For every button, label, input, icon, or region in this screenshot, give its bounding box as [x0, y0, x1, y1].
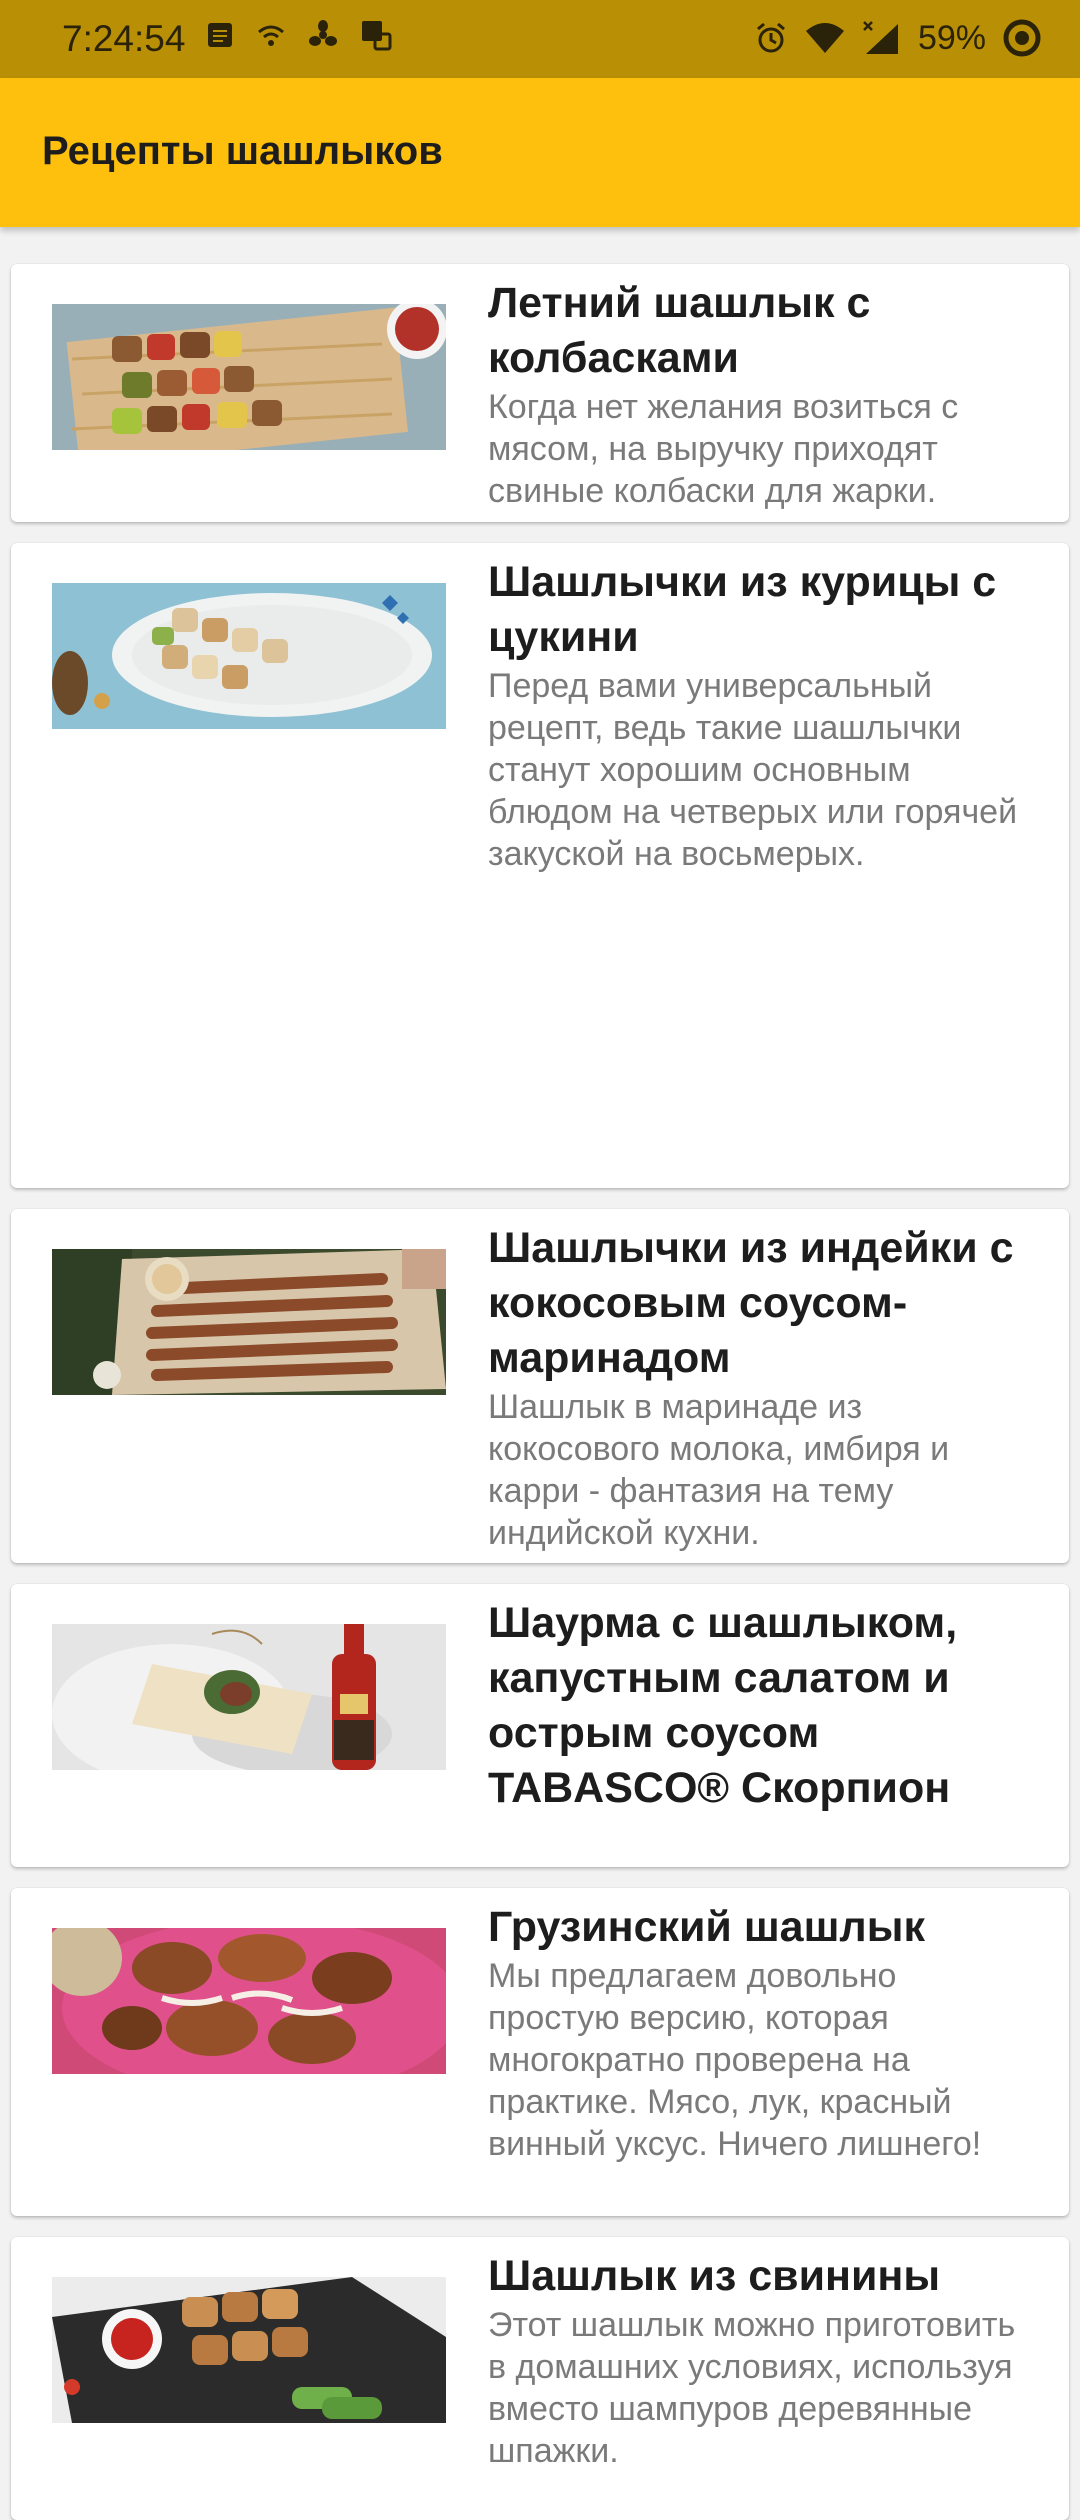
- recipe-title: Шашлык из свинины: [488, 2252, 941, 2300]
- signal-icon: [863, 21, 898, 54]
- fan-icon: [309, 20, 337, 46]
- sync-icon: [362, 21, 392, 51]
- page-title: Рецепты шашлыков: [42, 129, 443, 173]
- recipe-description: Когда нет желания возиться с мясом, на в…: [488, 388, 959, 510]
- recipe-title: Летний шашлык с колбасками: [488, 279, 871, 382]
- wifi-icon: [805, 23, 844, 53]
- recipe-title: Шаурма с шашлыком, капустным салатом и о…: [488, 1599, 958, 1812]
- recipe-image: [52, 1928, 446, 2074]
- status-time: 7:24:54: [62, 18, 186, 59]
- recipe-card[interactable]: Летний шашлык с колбасками Когда нет жел…: [11, 264, 1069, 522]
- recipe-title: Шашлычки из курицы с цукини: [488, 558, 997, 661]
- recipe-image: [52, 1249, 446, 1395]
- recipe-text: Грузинский шашлык Мы предлагаем довольно…: [488, 1900, 1029, 2165]
- recipe-image: [52, 1624, 446, 1770]
- recipe-description: Перед вами универсальный рецепт, ведь та…: [488, 667, 1018, 873]
- notes-icon: [208, 23, 232, 47]
- battery-saver-icon: [1003, 19, 1041, 57]
- notification-icons: [205, 18, 393, 52]
- wifi-calling-icon: [258, 25, 284, 46]
- recipe-text: Шашлык из свинины Этот шашлык можно приг…: [488, 2249, 1029, 2472]
- battery-percent: 59%: [917, 19, 986, 57]
- app-bar: Рецепты шашлыков: [0, 78, 1080, 227]
- alarm-icon: [756, 22, 785, 53]
- recipe-image: [52, 583, 446, 729]
- recipe-image: [52, 2277, 446, 2423]
- recipe-description: Шашлык в маринаде из кокосового молока, …: [488, 1388, 950, 1552]
- recipe-text: Шашлычки из курицы с цукини Перед вами у…: [488, 555, 1029, 875]
- recipe-description: Этот шашлык можно приготовить в домашних…: [488, 2306, 1016, 2470]
- recipe-text: Шаурма с шашлыком, капустным салатом и о…: [488, 1596, 1029, 1816]
- recipe-text: Летний шашлык с колбасками Когда нет жел…: [488, 276, 1029, 512]
- recipe-card[interactable]: Грузинский шашлык Мы предлагаем довольно…: [11, 1888, 1069, 2216]
- system-icons: 59%: [754, 16, 1042, 60]
- recipe-card[interactable]: Шашлык из свинины Этот шашлык можно приг…: [11, 2237, 1069, 2520]
- recipe-card[interactable]: Шашлычки из индейки с кокосовым соусом-м…: [11, 1209, 1069, 1563]
- recipe-card[interactable]: Шаурма с шашлыком, капустным салатом и о…: [11, 1584, 1069, 1867]
- recipe-title: Грузинский шашлык: [488, 1903, 925, 1951]
- recipe-text: Шашлычки из индейки с кокосовым соусом-м…: [488, 1221, 1029, 1554]
- recipe-image: [52, 304, 446, 450]
- recipe-title: Шашлычки из индейки с кокосовым соусом-м…: [488, 1224, 1014, 1382]
- status-bar: 7:24:54 59%: [0, 0, 1080, 78]
- recipe-description: Мы предлагаем довольно простую версию, к…: [488, 1957, 982, 2163]
- recipe-card[interactable]: Шашлычки из курицы с цукини Перед вами у…: [11, 543, 1069, 1188]
